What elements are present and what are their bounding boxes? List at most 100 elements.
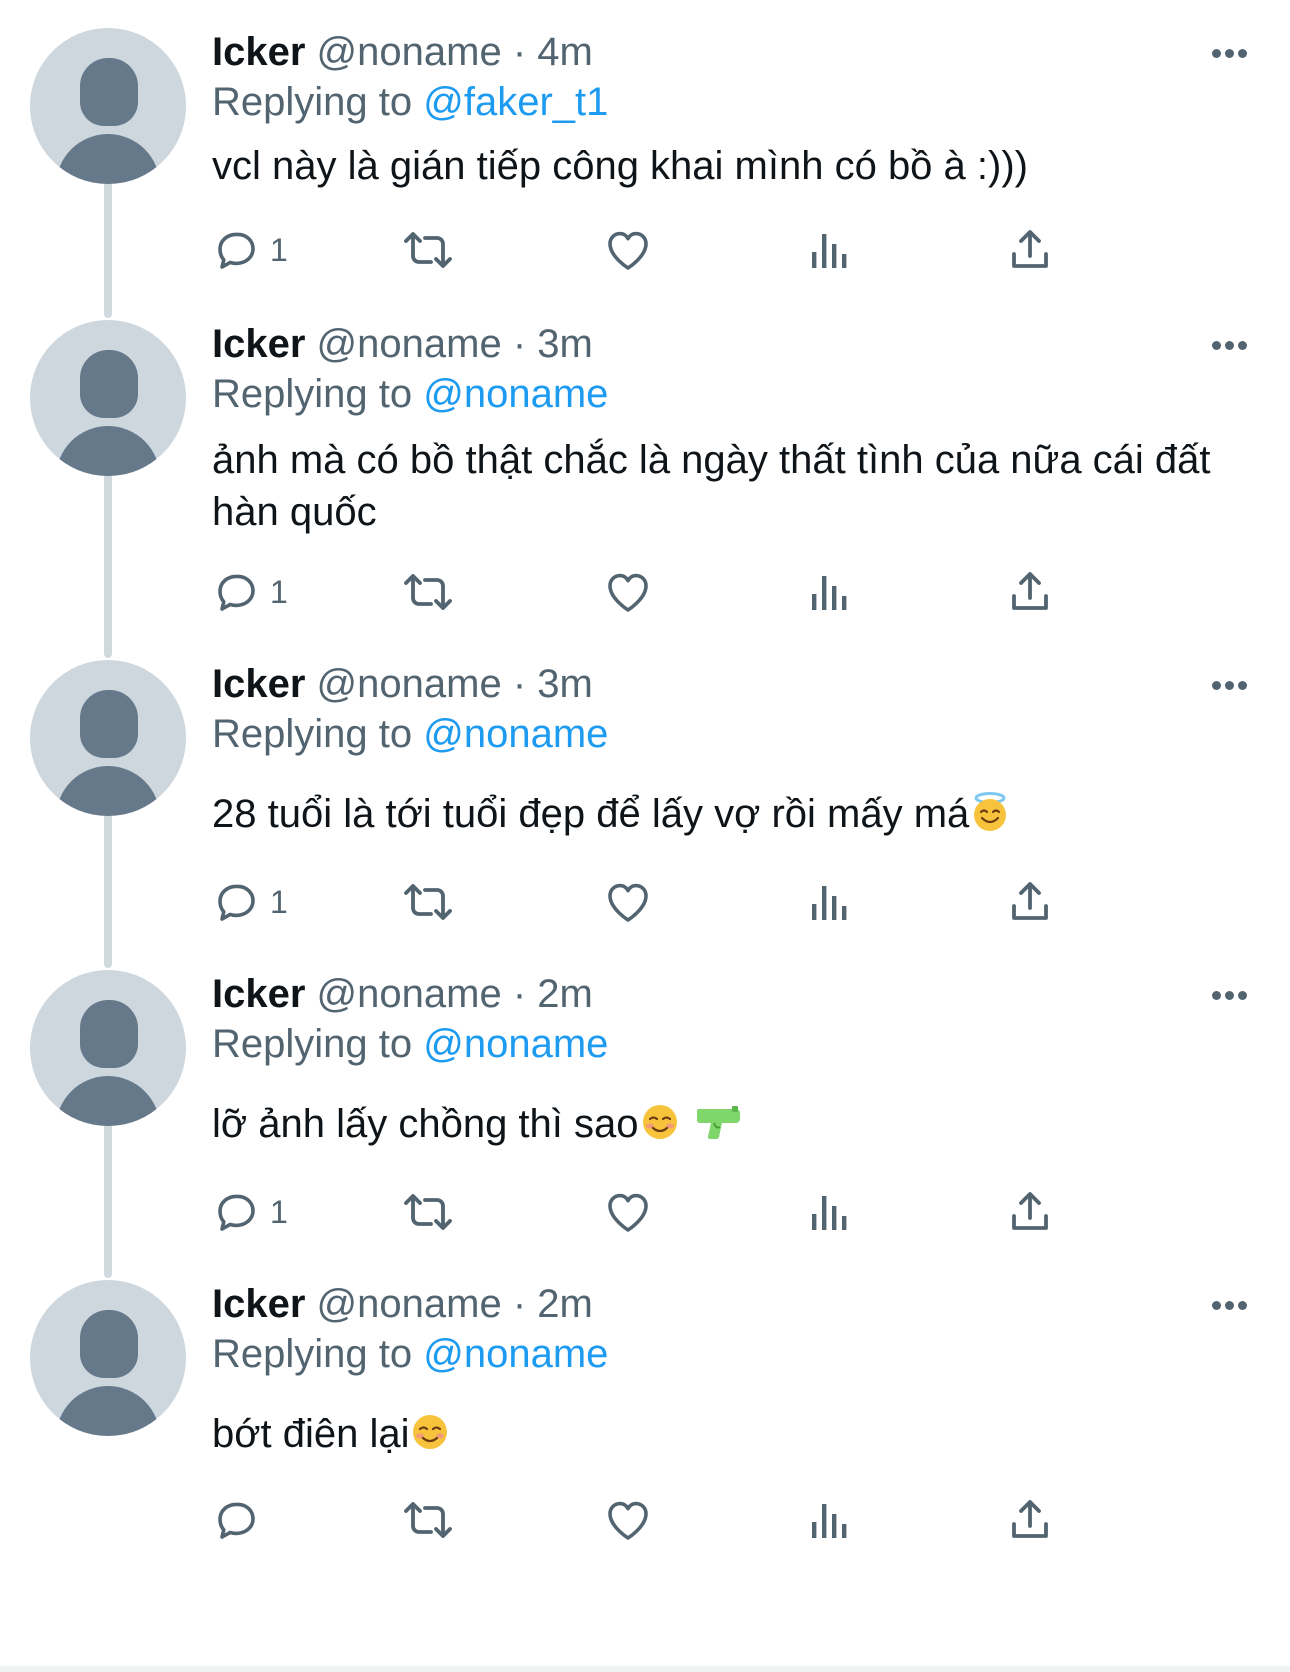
more-dots-icon[interactable] [1210, 43, 1250, 63]
reply-button[interactable] [212, 1490, 270, 1550]
separator: · [512, 972, 527, 1016]
share-button[interactable] [1008, 562, 1052, 622]
replying-to-line: Replying to @noname [212, 1018, 608, 1070]
reply-button[interactable]: 1 [212, 872, 288, 932]
more-dots-icon[interactable] [1210, 675, 1250, 695]
user-handle[interactable]: @noname [317, 322, 502, 366]
retweet-button[interactable] [400, 872, 456, 932]
replying-to-line: Replying to @faker_t1 [212, 76, 608, 128]
share-button[interactable] [1008, 1490, 1052, 1550]
like-button[interactable] [602, 1182, 654, 1242]
like-button[interactable] [602, 1490, 654, 1550]
replying-to-mention[interactable]: @noname [423, 1022, 608, 1066]
speech-bubble-icon [218, 232, 255, 269]
more-dots-icon[interactable] [1210, 985, 1250, 1005]
heart-icon [608, 1501, 648, 1540]
retweet-icon [404, 1194, 452, 1230]
reply-button[interactable]: 1 [212, 562, 288, 622]
speech-bubble-icon [218, 574, 255, 611]
replying-to-mention[interactable]: @faker_t1 [423, 80, 608, 124]
replying-to-mention[interactable]: @noname [423, 712, 608, 756]
tweet[interactable]: Icker @noname · 2m Replying to @noname l… [0, 942, 1290, 1262]
tweet-header: Icker @noname · 2m [212, 968, 593, 1020]
avatar-head-shape [80, 1310, 138, 1378]
views-button[interactable] [808, 1182, 852, 1242]
avatar[interactable] [30, 320, 186, 476]
display-name[interactable]: Icker [212, 662, 305, 706]
reply-button[interactable]: 1 [212, 220, 288, 280]
tweet-text: lỡ ảnh lấy chồng thì sao [212, 1098, 1252, 1150]
user-handle[interactable]: @noname [317, 972, 502, 1016]
tweet[interactable]: Icker @noname · 2m Replying to @noname b… [0, 1252, 1290, 1662]
retweet-button[interactable] [400, 1490, 456, 1550]
like-button[interactable] [602, 872, 654, 932]
smiling-face-emoji [413, 1415, 448, 1449]
avatar[interactable] [30, 970, 186, 1126]
heart-icon [608, 231, 648, 270]
timestamp[interactable]: 3m [537, 322, 593, 366]
reply-thread: Icker @noname · 4m Replying to @faker_t1… [0, 0, 1290, 1672]
retweet-icon [404, 884, 452, 920]
user-handle[interactable]: @noname [317, 30, 502, 74]
avatar[interactable] [30, 660, 186, 816]
retweet-icon [404, 232, 452, 268]
display-name[interactable]: Icker [212, 30, 305, 74]
views-button[interactable] [808, 1490, 852, 1550]
retweet-button[interactable] [400, 562, 456, 622]
tweet[interactable]: Icker @noname · 3m Replying to @noname ả… [0, 292, 1290, 652]
water-pistol-emoji [696, 1106, 740, 1139]
views-button[interactable] [808, 220, 852, 280]
tweet-text-body: bớt điên lại [212, 1412, 410, 1456]
tweet[interactable]: Icker @noname · 3m Replying to @noname 2… [0, 632, 1290, 952]
replying-to-mention[interactable]: @noname [423, 1332, 608, 1376]
retweet-button[interactable] [400, 1182, 456, 1242]
share-icon [1012, 882, 1048, 920]
action-bar: 1 [212, 872, 1272, 932]
more-dots-icon[interactable] [1210, 1295, 1250, 1315]
display-name[interactable]: Icker [212, 322, 305, 366]
share-button[interactable] [1008, 872, 1052, 932]
tweet-header: Icker @noname · 3m [212, 318, 593, 370]
reply-count: 1 [270, 574, 288, 610]
bottom-divider [0, 1666, 1290, 1672]
like-button[interactable] [602, 562, 654, 622]
share-icon [1012, 1192, 1048, 1230]
display-name[interactable]: Icker [212, 1282, 305, 1326]
more-dots-icon[interactable] [1210, 335, 1250, 355]
retweet-button[interactable] [400, 220, 456, 280]
tweet-text: 28 tuổi là tới tuổi đẹp để lấy vợ rồi mấ… [212, 788, 1252, 840]
share-icon [1012, 572, 1048, 610]
share-button[interactable] [1008, 1182, 1052, 1242]
timestamp[interactable]: 4m [537, 30, 593, 74]
tweet-text: vcl này là gián tiếp công khai mình có b… [212, 140, 1252, 192]
replying-to-label: Replying to [212, 1332, 413, 1376]
speech-bubble-icon [218, 1194, 255, 1231]
display-name[interactable]: Icker [212, 972, 305, 1016]
replying-to-label: Replying to [212, 1022, 413, 1066]
timestamp[interactable]: 2m [537, 972, 593, 1016]
tweet-header: Icker @noname · 4m [212, 26, 593, 78]
views-button[interactable] [808, 562, 852, 622]
bar-chart-icon [812, 886, 847, 920]
avatar[interactable] [30, 1280, 186, 1436]
user-handle[interactable]: @noname [317, 662, 502, 706]
smiling-face-emoji [642, 1105, 677, 1139]
tweet[interactable]: Icker @noname · 4m Replying to @faker_t1… [0, 0, 1290, 300]
avatar-body-shape [56, 1076, 160, 1126]
reply-button[interactable]: 1 [212, 1182, 288, 1242]
tweet-text-body: 28 tuổi là tới tuổi đẹp để lấy vợ rồi mấ… [212, 792, 970, 836]
share-button[interactable] [1008, 220, 1052, 280]
action-bar [212, 1490, 1272, 1550]
views-button[interactable] [808, 872, 852, 932]
replying-to-label: Replying to [212, 712, 413, 756]
avatar-head-shape [80, 350, 138, 418]
avatar[interactable] [30, 28, 186, 184]
user-handle[interactable]: @noname [317, 1282, 502, 1326]
like-button[interactable] [602, 220, 654, 280]
replying-to-mention[interactable]: @noname [423, 372, 608, 416]
timestamp[interactable]: 2m [537, 1282, 593, 1326]
replying-to-line: Replying to @noname [212, 708, 608, 760]
replying-to-label: Replying to [212, 80, 413, 124]
reply-count: 1 [270, 1194, 288, 1230]
timestamp[interactable]: 3m [537, 662, 593, 706]
